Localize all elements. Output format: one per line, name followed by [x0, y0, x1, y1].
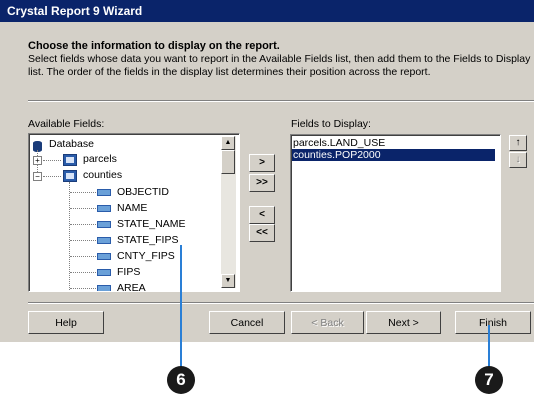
finish-button-label: Finish — [478, 317, 507, 329]
tree-label-field: OBJECTID — [117, 186, 169, 198]
tree-line — [70, 224, 96, 225]
back-button[interactable]: < Back — [291, 311, 364, 334]
tree-line — [70, 240, 96, 241]
arrow-up-icon: ↑ — [515, 137, 521, 148]
available-fields-label: Available Fields: — [28, 118, 105, 130]
tree-label-field: NAME — [117, 202, 148, 214]
step-description: Select fields whose data you want to rep… — [28, 53, 531, 78]
collapse-minus-icon[interactable]: − — [33, 172, 42, 181]
callout-6: 6 — [167, 366, 195, 394]
remove-all-fields-button[interactable]: << — [249, 224, 275, 242]
tree-scrollbar[interactable]: ▲ ▼ — [221, 136, 236, 288]
field-icon — [97, 221, 111, 228]
move-down-button[interactable]: ↓ — [509, 152, 527, 168]
remove-field-button[interactable]: < — [249, 206, 275, 224]
back-button-label: < Back — [311, 317, 344, 329]
tree-line — [70, 192, 96, 193]
tree-field-item[interactable]: NAME — [29, 200, 219, 216]
tree-field-item[interactable]: OBJECTID — [29, 184, 219, 200]
tree-field-item[interactable]: AREA — [29, 280, 219, 292]
tree-field-item[interactable]: CNTY_FIPS — [29, 248, 219, 264]
window-title: Crystal Report 9 Wizard — [7, 4, 143, 18]
wizard-dialog: Crystal Report 9 Wizard Choose the infor… — [0, 0, 534, 342]
arrow-down-icon: ↓ — [515, 154, 521, 165]
wizard-header: Choose the information to display on the… — [0, 22, 534, 94]
cancel-button[interactable]: Cancel — [209, 311, 285, 334]
tree-item-parcels[interactable]: + parcels — [29, 152, 219, 168]
tree-label-counties: counties — [83, 169, 123, 181]
scroll-thumb[interactable] — [221, 150, 235, 174]
tree-line — [70, 288, 96, 289]
title-bar: Crystal Report 9 Wizard — [0, 0, 534, 22]
tree-line — [43, 160, 61, 161]
add-field-button[interactable]: > — [249, 154, 275, 172]
tree-line — [43, 176, 61, 177]
tree-label-field: STATE_NAME — [117, 218, 186, 230]
tree-line — [70, 272, 96, 273]
tree-field-item[interactable]: STATE_FIPS — [29, 232, 219, 248]
next-button[interactable]: Next > — [366, 311, 441, 334]
tree-label-field: CNTY_FIPS — [117, 250, 175, 262]
callout-7: 7 — [475, 366, 503, 394]
tree-label-field: STATE_FIPS — [117, 234, 179, 246]
header-divider — [28, 100, 534, 102]
field-icon — [97, 189, 111, 196]
field-icon — [97, 269, 111, 276]
next-button-label: Next > — [388, 317, 419, 329]
help-button-label: Help — [55, 317, 77, 329]
move-up-button[interactable]: ↑ — [509, 135, 527, 151]
tree-label-database: Database — [49, 138, 94, 150]
scroll-down-arrow-icon[interactable]: ▼ — [221, 274, 235, 288]
tree-field-item[interactable]: FIPS — [29, 264, 219, 280]
scroll-up-arrow-icon[interactable]: ▲ — [221, 136, 235, 150]
tree-line — [70, 256, 96, 257]
finish-button[interactable]: Finish — [455, 311, 531, 334]
expand-plus-icon[interactable]: + — [33, 156, 42, 165]
table-icon — [63, 170, 77, 182]
display-list-item[interactable]: parcels.LAND_USE — [292, 137, 495, 149]
tree-field-item[interactable]: STATE_NAME — [29, 216, 219, 232]
field-icon — [97, 205, 111, 212]
available-fields-tree[interactable]: Database + parcels − counties OBJECTID N… — [28, 133, 240, 292]
tree-line — [70, 208, 96, 209]
display-list-item-selected[interactable]: counties.POP2000 — [292, 149, 495, 161]
footer-divider — [28, 302, 534, 304]
field-icon — [97, 253, 111, 260]
tree-label-parcels: parcels — [83, 153, 117, 165]
tree-label-field: AREA — [117, 282, 146, 292]
step-heading: Choose the information to display on the… — [28, 40, 280, 52]
cancel-button-label: Cancel — [230, 317, 264, 329]
fields-to-display-label: Fields to Display: — [291, 118, 371, 130]
field-icon — [97, 285, 111, 291]
tree-item-counties[interactable]: − counties — [29, 168, 219, 184]
table-icon — [63, 154, 77, 166]
tree-label-field: FIPS — [117, 266, 141, 278]
help-button[interactable]: Help — [28, 311, 104, 334]
callout-6-leader-line — [180, 245, 182, 370]
field-icon — [97, 237, 111, 244]
fields-to-display-list[interactable]: parcels.LAND_USE counties.POP2000 — [290, 134, 501, 292]
callout-7-leader-line — [488, 325, 490, 370]
add-all-fields-button[interactable]: >> — [249, 174, 275, 192]
